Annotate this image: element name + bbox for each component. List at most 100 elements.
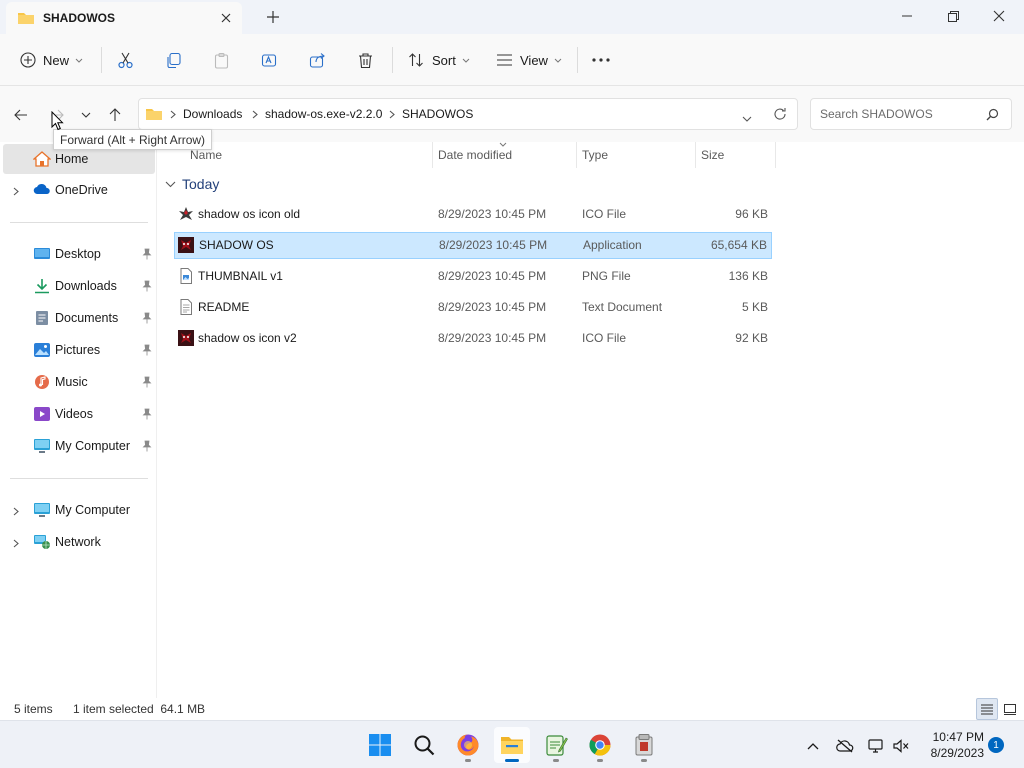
view-button[interactable]: View: [496, 46, 562, 74]
new-label: New: [43, 52, 70, 68]
pin-icon[interactable]: [142, 376, 152, 391]
sort-label: Sort: [432, 52, 456, 68]
sidebar-item-pictures[interactable]: Pictures: [3, 335, 155, 365]
close-window-button[interactable]: [976, 0, 1022, 32]
share-button[interactable]: [309, 46, 326, 74]
sidebar-item-music[interactable]: Music: [3, 367, 155, 397]
taskbar-notepad[interactable]: [538, 727, 574, 763]
start-button[interactable]: [362, 727, 398, 763]
copy-icon: [167, 52, 181, 68]
new-button[interactable]: New: [20, 46, 83, 74]
maximize-button[interactable]: [930, 0, 976, 32]
new-tab-button[interactable]: [262, 6, 284, 28]
file-name: shadow os icon v2: [198, 331, 297, 345]
details-view-button[interactable]: [976, 698, 998, 720]
address-history-icon[interactable]: [742, 111, 752, 125]
minimize-button[interactable]: [884, 0, 930, 32]
file-row-shadow-os-icon-old[interactable]: shadow os icon old 8/29/2023 10:45 PM IC…: [174, 201, 772, 228]
tray-volume[interactable]: [890, 735, 912, 757]
sidebar-item-onedrive[interactable]: OneDrive: [3, 175, 155, 205]
column-header-size[interactable]: Size: [695, 142, 775, 168]
sidebar-item-downloads[interactable]: Downloads: [3, 271, 155, 301]
chevron-right-icon[interactable]: [13, 537, 19, 551]
pin-icon[interactable]: [142, 440, 152, 455]
tray-onedrive[interactable]: [834, 735, 856, 757]
paste-button[interactable]: [213, 46, 230, 74]
navigation-pane: Home OneDrive Desktop Downloads Document…: [0, 142, 157, 698]
desktop-icon: [33, 246, 51, 262]
chevron-down-icon: [462, 58, 470, 63]
sidebar-item-desktop[interactable]: Desktop: [3, 239, 155, 269]
column-header-name[interactable]: Name: [184, 142, 432, 168]
column-header-type[interactable]: Type: [576, 142, 695, 168]
cut-button[interactable]: [117, 46, 134, 74]
breadcrumb-shadowos[interactable]: SHADOWOS: [402, 107, 473, 121]
sidebar-item-documents[interactable]: Documents: [3, 303, 155, 333]
file-name: THUMBNAIL v1: [198, 269, 283, 283]
sidebar-item-network[interactable]: Network: [3, 527, 155, 557]
file-row-shadow-os[interactable]: SHADOW OS 8/29/2023 10:45 PM Application…: [174, 232, 772, 259]
pin-icon[interactable]: [142, 408, 152, 423]
column-divider[interactable]: [775, 142, 776, 168]
tray-network[interactable]: [866, 735, 888, 757]
back-button[interactable]: [10, 104, 32, 126]
pin-icon[interactable]: [142, 344, 152, 359]
search-input[interactable]: Search SHADOWOS: [810, 98, 1012, 130]
pin-icon[interactable]: [142, 248, 152, 263]
chevron-right-icon[interactable]: [13, 185, 19, 199]
taskbar-chrome[interactable]: [582, 727, 618, 763]
taskbar-app[interactable]: [626, 727, 662, 763]
file-name: README: [198, 300, 250, 314]
sidebar-item-my-computer-pinned[interactable]: My Computer: [3, 431, 155, 461]
refresh-icon[interactable]: [773, 107, 787, 124]
recent-locations-button[interactable]: [75, 104, 97, 126]
taskbar: 10:47 PM 8/29/2023 1: [0, 720, 1024, 768]
chevron-right-icon: [252, 110, 258, 119]
taskbar-clock[interactable]: 10:47 PM 8/29/2023: [920, 729, 984, 761]
pin-icon[interactable]: [142, 312, 152, 327]
close-tab-icon[interactable]: [216, 8, 236, 28]
delete-button[interactable]: [357, 46, 374, 74]
file-size: 92 KB: [735, 331, 768, 345]
breadcrumb-shadow-os-exe[interactable]: shadow-os.exe-v2.2.0: [265, 107, 382, 121]
rename-icon: [261, 53, 277, 67]
sidebar-item-my-computer[interactable]: My Computer: [3, 495, 155, 525]
trash-icon: [359, 52, 372, 68]
computer-icon: [33, 438, 51, 454]
video-icon: [33, 406, 51, 422]
column-header-date[interactable]: Date modified: [432, 142, 576, 168]
sidebar-item-videos[interactable]: Videos: [3, 399, 155, 429]
archive-app-icon: [635, 734, 653, 756]
tab-shadowos[interactable]: SHADOWOS: [6, 2, 242, 34]
file-name: SHADOW OS: [199, 238, 274, 252]
file-size: 5 KB: [741, 300, 768, 314]
file-type: ICO File: [582, 207, 627, 221]
tiles-view-button[interactable]: [999, 698, 1021, 720]
file-size: 96 KB: [735, 207, 768, 221]
taskbar-search-button[interactable]: [406, 727, 442, 763]
copy-button[interactable]: [165, 46, 182, 74]
chevron-right-icon[interactable]: [13, 505, 19, 519]
file-row-thumbnail-v1[interactable]: THUMBNAIL v1 8/29/2023 10:45 PM PNG File…: [174, 263, 772, 290]
file-row-readme[interactable]: README 8/29/2023 10:45 PM Text Document …: [174, 294, 772, 321]
text-file-icon: [178, 299, 194, 315]
up-button[interactable]: [104, 104, 126, 126]
taskbar-firefox[interactable]: [450, 727, 486, 763]
rename-button[interactable]: [261, 46, 278, 74]
taskbar-file-explorer[interactable]: [494, 727, 530, 763]
pin-icon[interactable]: [142, 280, 152, 295]
notification-badge[interactable]: 1: [988, 737, 1004, 753]
document-icon: [33, 310, 51, 326]
group-header-today[interactable]: Today: [165, 176, 219, 192]
address-bar[interactable]: Downloads shadow-os.exe-v2.2.0 SHADOWOS: [138, 98, 798, 130]
toolbar-divider: [101, 47, 102, 73]
scissors-icon: [118, 52, 133, 68]
sidebar-label: My Computer: [55, 503, 131, 517]
sort-button[interactable]: Sort: [408, 46, 470, 74]
file-row-shadow-os-icon-v2[interactable]: shadow os icon v2 8/29/2023 10:45 PM ICO…: [174, 325, 772, 352]
show-hidden-icons-button[interactable]: [802, 735, 824, 757]
view-label: View: [520, 52, 548, 68]
breadcrumb-downloads[interactable]: Downloads: [183, 107, 242, 121]
view-list-icon: [497, 54, 512, 66]
more-options-button[interactable]: [592, 46, 610, 74]
